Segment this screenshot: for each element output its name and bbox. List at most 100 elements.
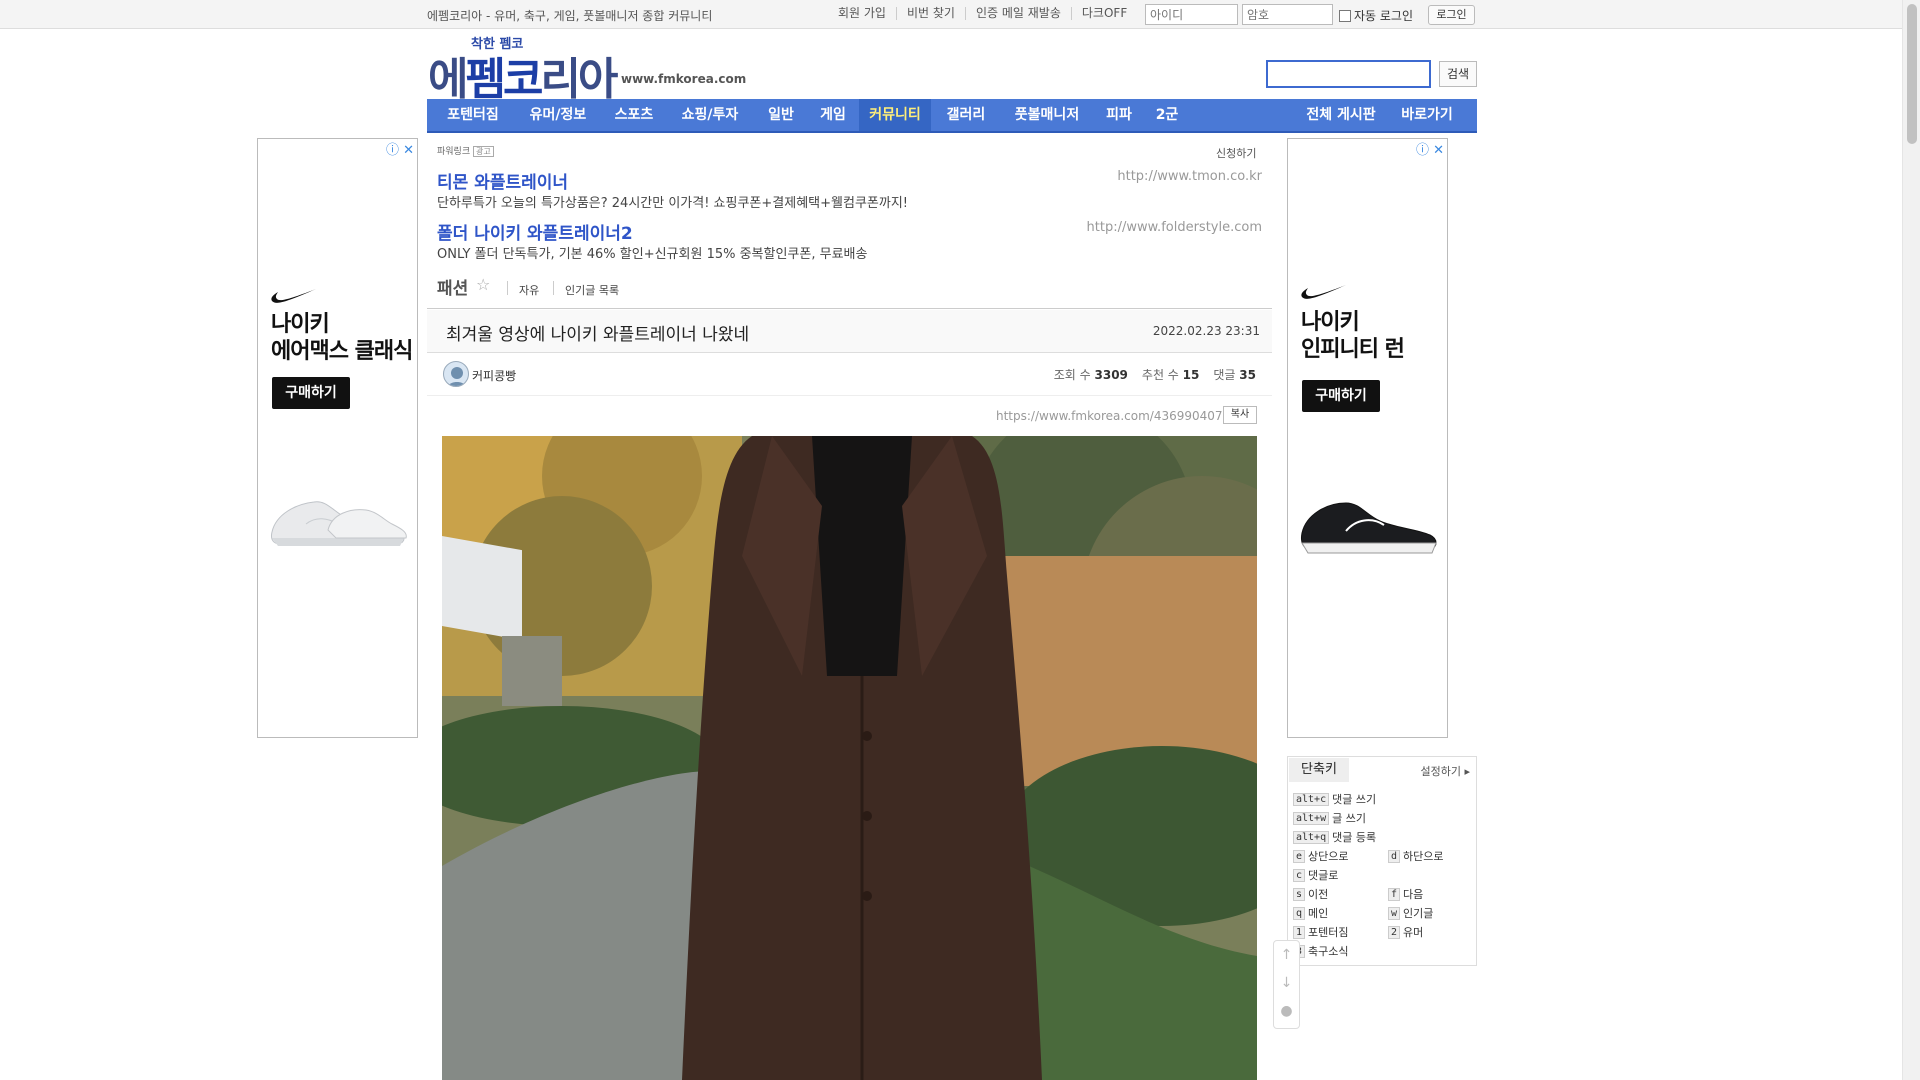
shortcut-item: c 댓글로 — [1293, 867, 1338, 883]
ad-title-line2: 에어맥스 클래식 — [271, 339, 413, 364]
ad-choices-icon[interactable]: ⓘ ✕ — [1416, 139, 1444, 158]
shortcut-panel: 단축키 설정하기 ▸ alt+c 댓글 쓰기 alt+w 글 쓰기 alt+q 댓글 … — [1287, 756, 1477, 966]
shortcut-item: s 이전 — [1293, 886, 1328, 902]
ad-buy-button[interactable]: 구매하기 — [1302, 380, 1380, 412]
shortcut-title: 단축키 — [1289, 758, 1349, 782]
site-description: 에펨코리아 - 유머, 축구, 게임, 풋볼매니저 종합 커뮤니티 — [427, 9, 713, 23]
comments-count: 35 — [1239, 368, 1256, 382]
powerlink-item-desc: 단하루특가 오늘의 특가상품은? 24시간만 이가격! 쇼핑쿠폰+결제혜택+웰컴… — [437, 196, 908, 211]
nav-item-community[interactable]: 커뮤니티 — [859, 99, 931, 131]
resend-mail-link[interactable]: 인증 메일 재발송 — [966, 7, 1072, 20]
left-banner-ad[interactable]: ⓘ ✕ 나이키 에어맥스 클래식 구매하기 — [257, 138, 418, 738]
shortcut-key: alt+w — [1293, 811, 1330, 825]
shortcut-key: 1 — [1293, 925, 1306, 939]
article-url[interactable]: https://www.fmkorea.com/4369904071 — [996, 409, 1230, 423]
shortcut-key: s — [1293, 887, 1306, 901]
author-name[interactable]: 커피콩빵 — [472, 367, 516, 384]
shoe-image — [271, 501, 407, 546]
search-input[interactable] — [1266, 60, 1431, 88]
nav-item-fm[interactable]: 풋볼매니저 — [1007, 99, 1087, 131]
likes-stat: 추천 수 15 — [1142, 366, 1199, 383]
shortcut-label: 포텐터짐 — [1308, 926, 1349, 939]
powerlink-item-url[interactable]: http://www.folderstyle.com — [1062, 220, 1262, 235]
shortcut-label: 메인 — [1308, 907, 1329, 920]
shortcut-label: 다음 — [1403, 888, 1424, 901]
shoe-image — [1301, 502, 1437, 554]
nav-item-2nd[interactable]: 2군 — [1151, 99, 1183, 131]
likes-count: 15 — [1182, 368, 1200, 382]
account-links: 회원 가입 비번 찾기 인증 메일 재발송 다크OFF — [838, 7, 1137, 20]
article-stats: 조회 수 3309 추천 수 15 댓글 35 — [1054, 366, 1256, 383]
divider — [553, 281, 554, 295]
shortcut-label: 댓글로 — [1308, 869, 1339, 882]
password-input[interactable] — [1242, 4, 1333, 25]
powerlink-item-title[interactable]: 티몬 와플트레이너 — [437, 168, 568, 193]
shortcut-settings-link[interactable]: 설정하기 ▸ — [1420, 763, 1470, 779]
nike-logo-icon — [1301, 285, 1346, 299]
shortcut-item: alt+c 댓글 쓰기 — [1293, 791, 1376, 807]
nav-item-all-boards[interactable]: 전체 게시판 — [1299, 99, 1383, 131]
copy-url-button[interactable]: 복사 — [1223, 406, 1257, 424]
nav-item-sports[interactable]: 스포츠 — [609, 99, 659, 131]
ad-buy-button[interactable]: 구매하기 — [272, 377, 350, 409]
logo-text-2: 펨코 — [465, 54, 543, 105]
nav-item-game[interactable]: 게임 — [815, 99, 851, 131]
arrow-down-icon[interactable]: ↓ — [1274, 975, 1299, 991]
nav-item-poten[interactable]: 포텐터짐 — [443, 99, 503, 131]
board-header: 패션 ☆ 자유 인기글 목록 — [437, 274, 1272, 308]
shortcut-label: 축구소식 — [1308, 945, 1349, 958]
favorite-star-icon[interactable]: ☆ — [476, 275, 490, 294]
search-button[interactable]: 검색 — [1439, 61, 1477, 87]
powerlink-apply-link[interactable]: 신청하기 — [1216, 145, 1256, 161]
board-name[interactable]: 패션 — [437, 274, 468, 299]
auto-login-checkbox[interactable] — [1339, 9, 1351, 22]
shortcut-label: 하단으로 — [1403, 850, 1444, 863]
comment-icon[interactable]: ● — [1274, 1003, 1299, 1019]
site-logo[interactable]: 에펨코리아 — [428, 43, 618, 107]
shortcut-key: d — [1388, 849, 1401, 863]
views-count: 3309 — [1094, 368, 1128, 382]
ad-choices-icon[interactable]: ⓘ ✕ — [386, 139, 414, 158]
nike-logo-icon — [271, 289, 316, 303]
auto-login[interactable]: 자동 로그인 — [1339, 7, 1413, 24]
article-photo — [442, 436, 1257, 1080]
logo-text-3: 리아 — [540, 54, 618, 105]
shortcut-key: e — [1293, 849, 1306, 863]
username-input[interactable] — [1145, 4, 1238, 25]
shortcut-label: 글 쓰기 — [1332, 812, 1366, 825]
shortcut-item: d 하단으로 — [1388, 848, 1444, 864]
article-header: 최겨울 영상에 나이키 와플트레이너 나왔네 2022.02.23 23:31 — [427, 310, 1272, 353]
article-date: 2022.02.23 23:31 — [1152, 324, 1260, 338]
comments-stat: 댓글 35 — [1213, 366, 1256, 383]
nav-item-humor[interactable]: 유머/정보 — [523, 99, 593, 131]
arrow-up-icon[interactable]: ↑ — [1274, 947, 1299, 963]
nav-item-shopping[interactable]: 쇼핑/투자 — [675, 99, 745, 131]
nav-item-general[interactable]: 일반 — [763, 99, 799, 131]
shortcut-key: w — [1388, 906, 1401, 920]
powerlink-item-title[interactable]: 폴더 나이키 와플트레이너2 — [437, 219, 633, 244]
right-banner-ad[interactable]: ⓘ ✕ 나이키 인피니티 런 구매하기 — [1287, 138, 1448, 738]
nav-item-gallery[interactable]: 갤러리 — [941, 99, 991, 131]
board-tab-popular[interactable]: 인기글 목록 — [565, 282, 619, 298]
views-label: 조회 수 — [1053, 368, 1091, 382]
scrollbar-thumb[interactable] — [1907, 4, 1917, 144]
scrollbar[interactable] — [1902, 0, 1920, 1080]
avatar[interactable] — [443, 361, 469, 387]
views-stat: 조회 수 3309 — [1054, 366, 1128, 383]
shortcut-item: 2 유머 — [1388, 924, 1423, 940]
powerlink-item-url[interactable]: http://www.tmon.co.kr — [1062, 169, 1262, 184]
ad-badge: 광고 — [473, 146, 494, 157]
shortcut-item: 1 포텐터짐 — [1293, 924, 1349, 940]
shortcut-item: f 다음 — [1388, 886, 1423, 902]
board-tab-free[interactable]: 자유 — [519, 282, 539, 298]
find-password-link[interactable]: 비번 찾기 — [897, 7, 966, 20]
dark-mode-toggle[interactable]: 다크OFF — [1072, 7, 1137, 20]
signup-link[interactable]: 회원 가입 — [838, 7, 897, 20]
shortcut-label: 유머 — [1403, 926, 1424, 939]
divider — [427, 308, 1272, 309]
login-button[interactable]: 로그인 — [1428, 5, 1475, 25]
nav-item-shortcut[interactable]: 바로가기 — [1395, 99, 1459, 131]
shortcut-label: 인기글 — [1403, 907, 1434, 920]
shortcut-item: e 상단으로 — [1293, 848, 1349, 864]
nav-item-fifa[interactable]: 피파 — [1101, 99, 1137, 131]
